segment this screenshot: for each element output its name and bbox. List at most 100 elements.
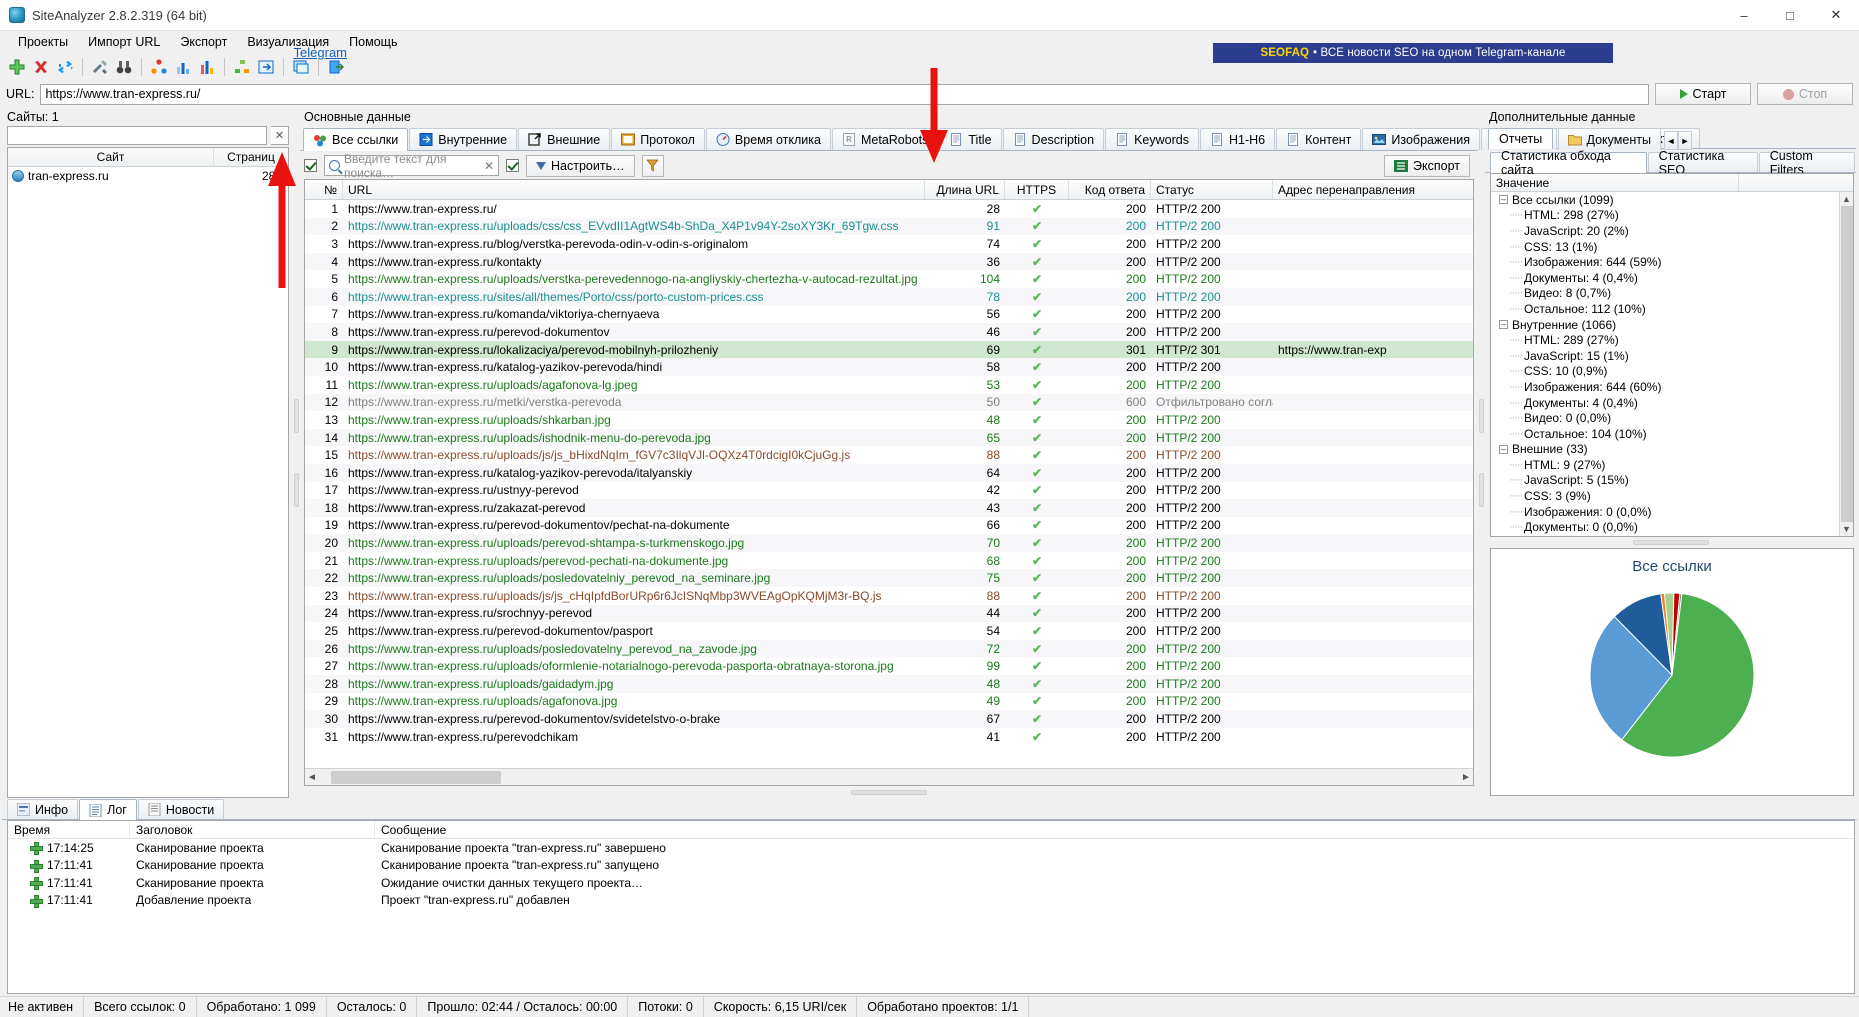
menu-item-export[interactable]: Экспорт (170, 33, 237, 51)
log-row[interactable]: 17:11:41 Добавление проекта Проект "tran-e… (8, 892, 1854, 910)
table-row[interactable]: 25 https://www.tran-express.ru/perevod-do… (305, 622, 1473, 640)
tree-item[interactable]: CSS: 13 (1%) (1491, 239, 1853, 255)
tab-news[interactable]: Новости (137, 799, 225, 819)
table-row[interactable]: 9 https://www.tran-express.ru/lokalizaciy… (305, 340, 1473, 359)
tree-item[interactable]: HTML: 289 (27%) (1491, 332, 1853, 348)
tree-item[interactable]: JavaScript: 15 (1%) (1491, 348, 1853, 364)
refresh-icon[interactable] (54, 56, 76, 78)
tab-info[interactable]: Инфо (7, 799, 79, 819)
center-bottom-splitter[interactable] (300, 786, 1478, 798)
structure-visualization-icon[interactable] (148, 56, 170, 78)
tree-item[interactable]: Остальное: 104 (10%) (1491, 426, 1853, 442)
delete-project-icon[interactable] (30, 56, 52, 78)
table-row[interactable]: 20 https://www.tran-express.ru/uploads/pe… (305, 534, 1473, 552)
site-row[interactable]: tran-express.ru 289 (8, 167, 288, 185)
tree-item[interactable]: Остальное: 112 (10%) (1491, 301, 1853, 317)
configure-button[interactable]: Настроить… (526, 154, 635, 177)
col-status[interactable]: Статус (1151, 180, 1273, 199)
tab-scroll-left-icon[interactable]: ◄ (1663, 131, 1678, 150)
tab-протокол[interactable]: Протокол (611, 128, 705, 150)
tree-item[interactable]: HTML: 9 (27%) (1491, 457, 1853, 473)
scroll-down-icon[interactable]: ▼ (1842, 522, 1851, 536)
tree-item[interactable]: Документы: 0 (0,0%) (1491, 519, 1853, 535)
search-binoculars-icon[interactable] (113, 56, 135, 78)
tab-scroll-right-icon[interactable]: ► (1677, 131, 1692, 150)
scroll-up-icon[interactable]: ▲ (1842, 192, 1851, 206)
col-number[interactable]: № (305, 180, 343, 199)
table-row[interactable]: 2 https://www.tran-express.ru/uploads/css… (305, 217, 1473, 236)
scroll-thumb[interactable] (331, 770, 501, 784)
filter-enable-checkbox[interactable] (506, 159, 519, 172)
table-row[interactable]: 12 https://www.tran-express.ru/metki/vers… (305, 393, 1473, 412)
left-splitter[interactable] (293, 107, 300, 798)
tree-item[interactable]: CSS: 10 (0,9%) (1491, 364, 1853, 380)
table-row[interactable]: 16 https://www.tran-express.ru/katalog-ya… (305, 463, 1473, 482)
tree-item[interactable]: Документы: 4 (0,4%) (1491, 270, 1853, 286)
col-pages[interactable]: Страниц (214, 148, 288, 166)
col-url[interactable]: URL (343, 180, 925, 199)
tree-item[interactable]: Изображения: 644 (59%) (1491, 254, 1853, 270)
tree-item[interactable]: Видео: 8 (24%) (1491, 535, 1853, 537)
scroll-right-icon[interactable]: ► (1459, 772, 1473, 783)
tab-metarobots[interactable]: R MetaRobots (831, 128, 939, 150)
tree-group[interactable]: – Все ссылки (1099) (1491, 192, 1853, 208)
seofaq-banner[interactable]: SEOFAQ • ВСЕ новости SEO на одном Telegr… (1213, 43, 1613, 63)
clear-filter-button[interactable] (641, 154, 664, 177)
tree-item[interactable]: JavaScript: 5 (15%) (1491, 473, 1853, 489)
minimize-button[interactable]: – (1721, 0, 1767, 31)
collapse-icon[interactable]: – (1499, 320, 1508, 330)
clear-search-icon[interactable]: ✕ (484, 159, 494, 173)
table-row[interactable]: 10 https://www.tran-express.ru/katalog-ya… (305, 358, 1473, 376)
sitemap-icon[interactable] (231, 56, 253, 78)
col-redirect-url[interactable]: Адрес перенаправления (1273, 180, 1473, 199)
tree-item[interactable]: Изображения: 0 (0,0%) (1491, 504, 1853, 520)
stop-button[interactable]: Стоп (1757, 83, 1853, 105)
tree-item[interactable]: Документы: 4 (0,4%) (1491, 395, 1853, 411)
tree-item[interactable]: Видео: 8 (0,7%) (1491, 286, 1853, 302)
table-row[interactable]: 18 https://www.tran-express.ru/zakazat-pe… (305, 499, 1473, 517)
table-row[interactable]: 6 https://www.tran-express.ru/sites/all/t… (305, 287, 1473, 306)
col-message[interactable]: Сообщение (375, 821, 1854, 838)
col-https[interactable]: HTTPS (1005, 180, 1069, 199)
tree-vertical-scrollbar[interactable]: ▲ ▼ (1839, 192, 1853, 536)
tab-title[interactable]: Title (939, 128, 1002, 150)
tree-item[interactable]: HTML: 298 (27%) (1491, 208, 1853, 224)
subtab-seo-stats[interactable]: Статистика SEO (1647, 149, 1758, 177)
maximize-button[interactable]: □ (1767, 0, 1813, 31)
col-time[interactable]: Время (8, 821, 130, 838)
table-row[interactable]: 13 https://www.tran-express.ru/uploads/sh… (305, 411, 1473, 429)
table-row[interactable]: 1 https://www.tran-express.ru/28 ✔ 200 HTTP/… (305, 200, 1473, 218)
tree-scroll-thumb[interactable] (1840, 206, 1853, 522)
menu-item-help[interactable]: Помощь (339, 33, 407, 51)
table-row[interactable]: 30 https://www.tran-express.ru/perevod-do… (305, 710, 1473, 728)
tab-все-ссылки[interactable]: Все ссылки (303, 128, 409, 151)
scroll-left-icon[interactable]: ◄ (305, 772, 319, 783)
table-row[interactable]: 11 https://www.tran-express.ru/uploads/ag… (305, 376, 1473, 394)
table-row[interactable]: 26 https://www.tran-express.ru/uploads/po… (305, 639, 1473, 658)
tree-item[interactable]: CSS: 3 (9%) (1491, 488, 1853, 504)
tab-время-отклика[interactable]: Время отклика (705, 128, 831, 150)
subtab-crawl-stats[interactable]: Статистика обхода сайта (1490, 149, 1647, 177)
chart-report-icon[interactable] (196, 56, 218, 78)
table-row[interactable]: 21 https://www.tran-express.ru/uploads/pe… (305, 552, 1473, 570)
tab-контент[interactable]: Контент (1276, 128, 1362, 150)
table-row[interactable]: 31 https://www.tran-express.ru/perevodchi… (305, 728, 1473, 746)
table-row[interactable]: 22 https://www.tran-express.ru/uploads/po… (305, 569, 1473, 588)
right-inner-splitter[interactable] (1485, 537, 1856, 548)
close-button[interactable]: ✕ (1813, 0, 1859, 31)
export-data-icon[interactable] (255, 56, 277, 78)
table-row[interactable]: 7 https://www.tran-express.ru/komanda/vik… (305, 306, 1473, 324)
tab-внутренние[interactable]: Внутренние (409, 128, 518, 150)
collapse-icon[interactable]: – (1499, 195, 1508, 205)
table-row[interactable]: 24 https://www.tran-express.ru/srochnyy-p… (305, 604, 1473, 623)
table-row[interactable]: 4 https://www.tran-express.ru/kontakty 36 ✔… (305, 252, 1473, 271)
subtab-custom-filters[interactable]: Custom Filters (1758, 149, 1855, 177)
tab-внешние[interactable]: Внешние (518, 128, 611, 150)
add-project-icon[interactable] (6, 56, 28, 78)
bar-chart-icon[interactable] (172, 56, 194, 78)
tab-изображения[interactable]: Изображения (1362, 128, 1480, 150)
tab-reports[interactable]: Отчеты (1488, 128, 1554, 149)
table-row[interactable]: 14 https://www.tran-express.ru/uploads/is… (305, 428, 1473, 447)
tree-group[interactable]: – Внутренние (1066) (1491, 317, 1853, 333)
tab-документы[interactable]: Документы (1557, 128, 1661, 150)
